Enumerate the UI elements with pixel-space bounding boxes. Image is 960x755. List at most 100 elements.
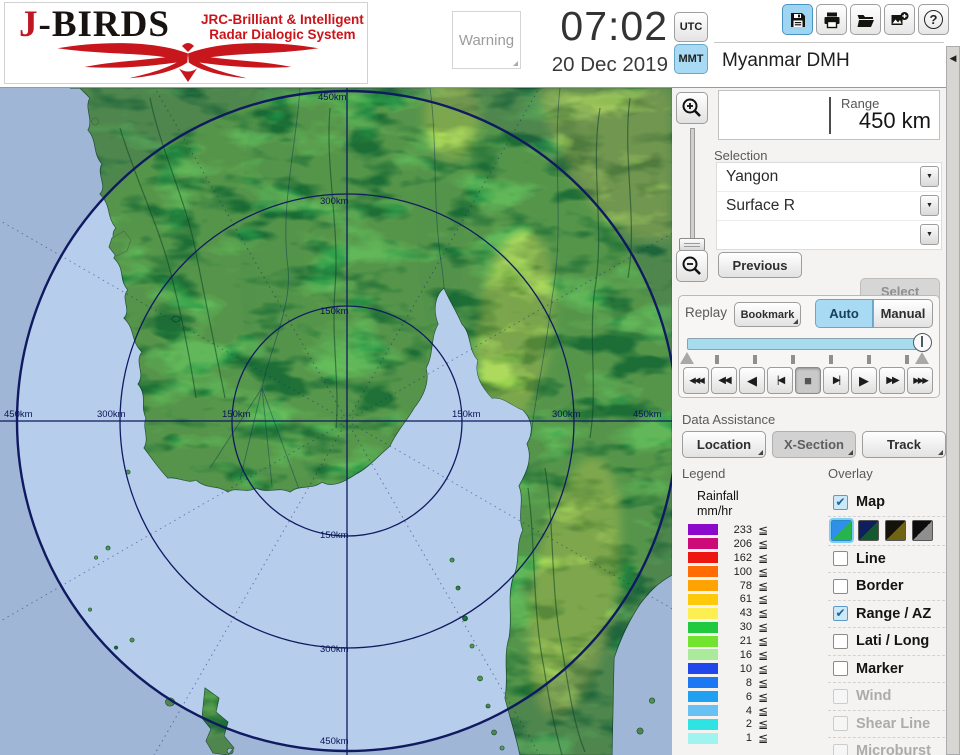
map-style-swatches xyxy=(828,517,945,546)
zoom-in-button[interactable] xyxy=(676,92,708,124)
bookmark-label: Bookmark xyxy=(741,309,795,321)
dropdown-extra[interactable]: ▼ xyxy=(717,221,941,249)
legend-row: 6≦ xyxy=(688,690,818,704)
legend-row: 10≦ xyxy=(688,662,818,676)
overlay-row-range-az: ✔Range / AZ xyxy=(828,601,945,629)
legend-value: 206 xyxy=(718,538,752,550)
export-image-icon xyxy=(890,11,910,29)
slider-tick-icon xyxy=(791,355,795,364)
style-color-swatch[interactable] xyxy=(831,520,852,541)
legend-color-swatch xyxy=(688,566,718,577)
lte-symbol: ≦ xyxy=(752,551,768,565)
legend-color-swatch xyxy=(688,663,718,674)
playback-fast-forward-button[interactable]: ▶▶ xyxy=(879,367,905,394)
legend-row: 30≦ xyxy=(688,620,818,634)
checkbox-map[interactable]: ✔ xyxy=(833,495,848,510)
corner-grip-icon xyxy=(848,450,853,455)
lte-symbol: ≦ xyxy=(752,648,768,662)
chevron-down-icon[interactable]: ▼ xyxy=(920,166,939,187)
utc-toggle-button[interactable]: UTC xyxy=(674,12,708,42)
panel-collapse-handle[interactable]: ◀ xyxy=(946,46,960,755)
replay-slider-thumb[interactable] xyxy=(913,333,932,352)
legend-row: 162≦ xyxy=(688,551,818,565)
legend-color-swatch xyxy=(688,705,718,716)
print-button[interactable] xyxy=(816,4,847,35)
style-black-gray-swatch[interactable] xyxy=(912,520,933,541)
playback-step-last-button[interactable]: ▶| xyxy=(823,367,849,394)
ring-distance-label: 150km xyxy=(452,409,481,420)
legend-value: 4 xyxy=(718,705,752,717)
playback-play-button[interactable]: ▶ xyxy=(851,367,877,394)
mmt-toggle-button[interactable]: MMT xyxy=(674,44,708,74)
playback-play-reverse-button[interactable]: ◀ xyxy=(739,367,765,394)
legend-value: 233 xyxy=(718,524,752,536)
chevron-down-icon[interactable]: ▼ xyxy=(920,195,939,216)
checkbox-marker[interactable] xyxy=(833,661,848,676)
replay-slider-track[interactable] xyxy=(687,338,929,350)
auto-mode-button[interactable]: Auto xyxy=(815,299,873,328)
previous-button[interactable]: Previous xyxy=(718,252,802,278)
slider-start-marker-icon xyxy=(680,352,694,364)
zoom-out-button[interactable] xyxy=(676,250,708,282)
legend-color-swatch xyxy=(688,608,718,619)
style-navy-green-swatch[interactable] xyxy=(858,520,879,541)
legend-color-swatch xyxy=(688,538,718,549)
help-button[interactable]: ? xyxy=(918,4,949,35)
lte-symbol: ≦ xyxy=(752,717,768,731)
open-file-button[interactable] xyxy=(850,4,881,35)
chevron-down-icon[interactable]: ▼ xyxy=(920,224,939,245)
track-button[interactable]: Track xyxy=(862,431,946,458)
checkbox-shear-line[interactable] xyxy=(833,716,848,731)
playback-skip-back-fast-button[interactable]: ◀◀◀ xyxy=(683,367,709,394)
button-label: Location xyxy=(697,437,751,452)
dropdown-site[interactable]: Yangon ▼ xyxy=(717,163,941,192)
checkbox-range-az[interactable]: ✔ xyxy=(833,606,848,621)
panel-divider xyxy=(714,42,944,43)
ring-distance-label: 450km xyxy=(633,409,662,420)
legend-color-swatch xyxy=(688,733,718,744)
style-black-olive-swatch[interactable] xyxy=(885,520,906,541)
ring-distance-label: 450km xyxy=(318,92,347,103)
legend-color-swatch xyxy=(688,691,718,702)
legend-value: 10 xyxy=(718,663,752,675)
checkbox-wind[interactable] xyxy=(833,689,848,704)
checkbox-line[interactable] xyxy=(833,551,848,566)
location-button[interactable]: Location xyxy=(682,431,766,458)
range-display: Range 450 km xyxy=(718,90,940,140)
checkbox-lati-long[interactable] xyxy=(833,634,848,649)
legend-row: 61≦ xyxy=(688,592,818,606)
checkbox-microburst[interactable] xyxy=(833,744,848,755)
playback-rewind-button[interactable]: ◀◀ xyxy=(711,367,737,394)
lte-symbol: ≦ xyxy=(752,731,768,745)
playback-step-first-button[interactable]: |◀ xyxy=(767,367,793,394)
replay-group: Replay Bookmark Auto Manual ◀◀◀◀◀◀|◀■▶|▶… xyxy=(678,295,940,398)
ring-distance-label: 150km xyxy=(320,530,349,541)
jbirds-application: 450km300km150km150km300km450km450km300km… xyxy=(0,0,960,755)
slider-tick-icon xyxy=(867,355,871,364)
manual-mode-button[interactable]: Manual xyxy=(873,299,933,328)
legend-color-swatch xyxy=(688,719,718,730)
dropdown-site-value: Yangon xyxy=(726,168,778,186)
legend-value: 6 xyxy=(718,691,752,703)
slider-ticks xyxy=(715,355,909,364)
overlay-item-label: Marker xyxy=(856,661,904,677)
playback-stop-button[interactable]: ■ xyxy=(795,367,821,394)
bookmark-button[interactable]: Bookmark xyxy=(734,302,801,327)
overlay-item-label: Wind xyxy=(856,688,891,704)
legend-value: 43 xyxy=(718,607,752,619)
ring-distance-label: 300km xyxy=(320,196,349,207)
playback-skip-forward-fast-button[interactable]: ▶▶▶ xyxy=(907,367,933,394)
dropdown-product[interactable]: Surface R ▼ xyxy=(717,192,941,221)
export-image-button[interactable] xyxy=(884,4,915,35)
lte-symbol: ≦ xyxy=(752,579,768,593)
open-folder-icon xyxy=(856,11,875,29)
overlay-row-microburst: Microburst xyxy=(828,738,945,755)
zoom-slider-track[interactable] xyxy=(690,128,695,252)
ring-distance-label: 300km xyxy=(552,409,581,420)
checkbox-border[interactable] xyxy=(833,579,848,594)
brand-tagline: JRC-Brilliant & Intelligent Radar Dialog… xyxy=(201,12,364,42)
radar-map[interactable]: 450km300km150km150km300km450km450km300km… xyxy=(0,88,672,755)
x-section-button[interactable]: X-Section xyxy=(772,431,856,458)
legend-row: 2≦ xyxy=(688,717,818,731)
save-button[interactable] xyxy=(782,4,813,35)
